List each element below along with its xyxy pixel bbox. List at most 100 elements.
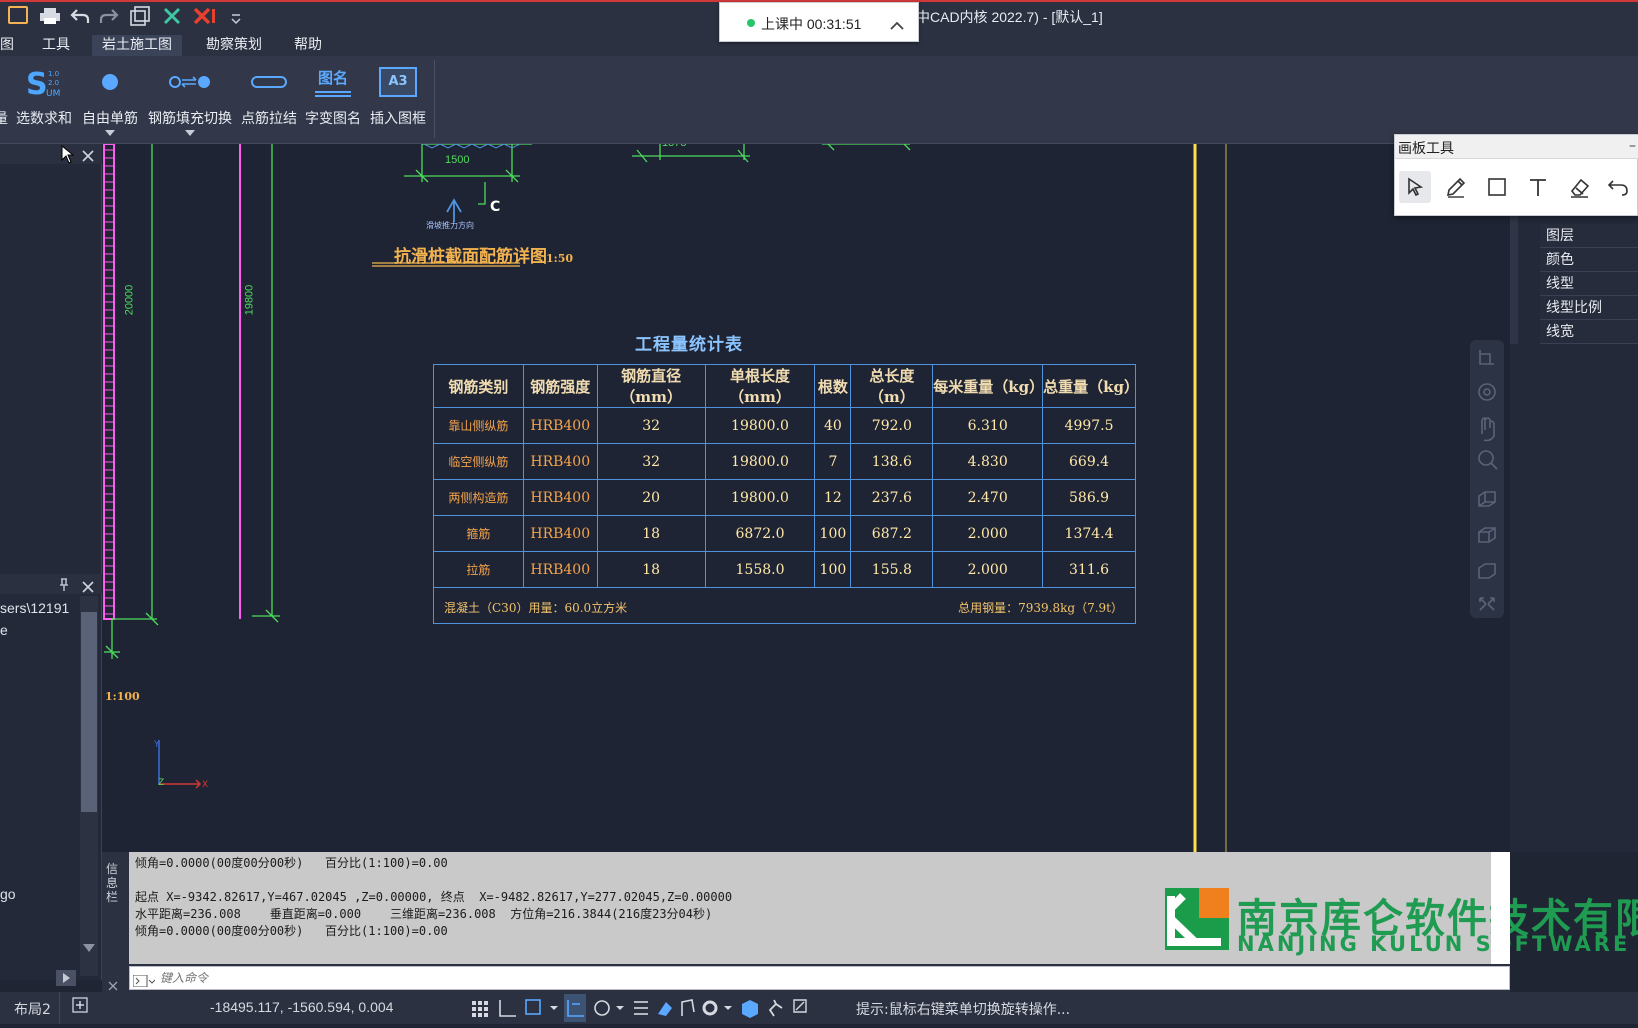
snap-icon [525,999,541,1015]
property-linetype[interactable]: 线型 [1540,272,1638,296]
command-scrollbar[interactable] [1491,852,1510,964]
live-dot-icon [747,19,755,27]
fullscreen-icon [793,999,807,1013]
table-cell: 100 [814,515,852,552]
table-cell: 32 [596,443,706,480]
table-cell: 箍筋 [433,515,524,552]
window-icon[interactable] [130,6,150,30]
table-cell: HRB400 [522,443,598,480]
redo-icon[interactable] [99,7,119,29]
session-timer-pill[interactable]: 上课中 00:31:51 [719,2,919,42]
concrete-usage: 混凝土（C30）用量：60.0立方米 [444,601,628,615]
scroll-right-button[interactable] [56,970,76,986]
eraser-tool-button[interactable] [1563,171,1595,203]
menu-item-geotech-drawing[interactable]: 岩土施工图 [92,35,182,56]
tool-quantity[interactable]: 量 [0,56,8,144]
property-layer[interactable]: 图层 [1540,224,1638,248]
info-bar-label: 信息栏 [106,862,119,904]
dropdown-caret-icon[interactable] [105,130,115,136]
table-header-cell: 钢筋直径（mm） [596,364,706,408]
layout-tab[interactable]: 布局2 [0,992,60,1024]
tool-free-single-bar[interactable]: 自由单筋 [78,56,142,144]
table-cell: 4.830 [932,443,1044,480]
select-tool-button[interactable] [1399,171,1431,203]
side-scale: 1:100 [105,690,140,703]
scrollbar-thumb[interactable] [81,612,97,812]
pen-tool-button[interactable] [1440,171,1472,203]
command-input-row[interactable] [129,966,1510,990]
app-icon[interactable] [8,6,28,24]
tool-point-bar-tie[interactable]: 点筋拉结 [238,56,300,144]
watermark-en: NANJING KULUN SOFTWARE C [1237,932,1638,956]
pin-icon[interactable] [58,577,70,596]
table-cell: 2.470 [932,479,1044,516]
table-cell: HRB400 [522,551,598,588]
snap-caret-icon [550,1006,558,1010]
table-cell: 586.9 [1042,479,1136,516]
file-path-text-2: e [0,622,8,638]
table-cell: 138.6 [850,443,934,480]
table-cell: 6.310 [932,407,1044,444]
transparency-icon [658,1002,672,1016]
scroll-down-icon[interactable] [83,944,95,952]
menu-item-drawing[interactable]: 图 [0,35,22,56]
quick-access-dropdown-icon[interactable] [230,10,242,29]
dimension-19800: 19800 [243,284,256,316]
undo-icon[interactable] [70,7,90,29]
add-layout-icon[interactable] [72,997,88,1017]
svg-text:1.0: 1.0 [48,70,59,78]
dropdown-caret-icon[interactable] [185,130,195,136]
history-line: 水平距离=236.008 垂直距离=0.000 三维距离=236.008 方位角… [135,907,713,921]
menu-item-help[interactable]: 帮助 [286,35,330,56]
menu-item-tools[interactable]: 工具 [34,35,78,56]
drawing-canvas[interactable]: 1500 1378 20000 19800 C 滑坡推力方向 抗滑桩截面配筋详图… [102,144,1510,852]
menu-item-survey-planning[interactable]: 勘察策划 [198,35,270,56]
navigation-bar [1470,340,1504,618]
company-logo [1165,888,1229,950]
close-icon[interactable] [82,578,94,597]
3d-box-icon [742,1000,758,1018]
tool-label: 插入图框 [370,111,426,127]
panel-splitter[interactable] [1510,204,1518,344]
table-header-cell: 总长度（m） [850,364,934,408]
chevron-up-icon[interactable] [890,15,904,34]
property-color[interactable]: 颜色 [1540,248,1638,272]
command-history: 倾角=0.0000(00度00分00秒) 百分比(1:100)=0.00 起点 … [129,852,1638,964]
close-drawing-icon[interactable] [162,6,182,30]
table-cell: 792.0 [850,407,934,444]
window-title: 中CAD内核 2022.7) - [默认_1] [916,9,1103,25]
table-cell: HRB400 [522,515,598,552]
command-input[interactable] [160,969,1460,987]
tie-icon [238,56,300,108]
tool-label: 量 [0,111,8,127]
table-cell: 临空侧纵筋 [433,443,524,480]
table-cell: 4997.5 [1042,407,1136,444]
tool-rebar-fill-toggle[interactable]: 钢筋填充切换 [144,56,236,144]
osnap-icon [594,1000,610,1016]
minimize-icon[interactable]: – [1629,138,1636,154]
nav-icons [1478,350,1498,611]
close-icon[interactable] [82,147,94,166]
table-cell: 2.000 [932,551,1044,588]
scrollbar-track[interactable] [80,596,98,976]
text-tool-button[interactable] [1522,171,1554,203]
table-header-cell: 每米重量（kg） [932,364,1044,408]
tool-select-sum[interactable]: S UM 1.0 2.0 选数求和 [12,56,76,144]
tool-label: 字变图名 [305,111,361,127]
command-area: 信息栏 倾角=0.0000(00度00分00秒) 百分比(1:100)=0.00… [102,852,1638,992]
property-linetype-scale[interactable]: 线型比例 [1540,296,1638,320]
table-cell: 18 [596,515,706,552]
table-cell: 7 [814,443,852,480]
print-icon[interactable] [40,8,60,24]
table-header-cell: 总重量（kg） [1042,364,1139,408]
table-cell: 6872.0 [704,515,816,552]
tool-text-to-title[interactable]: 图名 字变图名 [302,56,364,144]
tool-insert-frame[interactable]: A3 插入图框 [366,56,430,144]
undo-tool-button[interactable] [1602,171,1634,203]
property-lineweight[interactable]: 线宽 [1540,320,1638,344]
quantity-table: 钢筋类别 钢筋强度 钢筋直径（mm） 单根长度（mm） 根数 总长度（m） 每米… [433,364,1139,624]
table-footer-cell: 混凝土（C30）用量：60.0立方米 总用钢量：7939.8kg（7.9t） [433,587,1136,624]
rectangle-tool-button[interactable] [1481,171,1513,203]
close-all-icon[interactable] [192,6,218,30]
rectangle-icon [1488,178,1506,196]
